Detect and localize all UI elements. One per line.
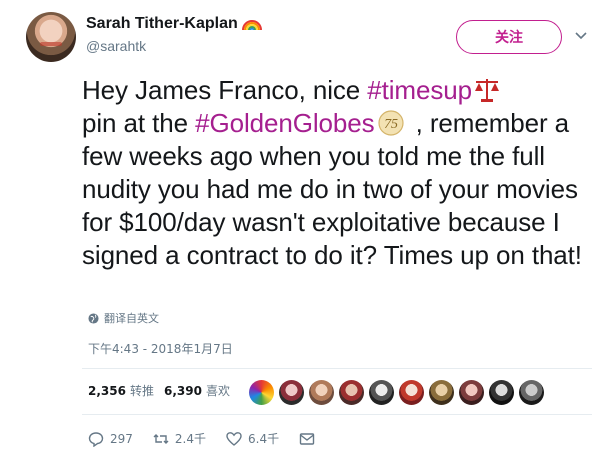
- retweet-icon: [153, 433, 169, 444]
- reply-icon: [88, 431, 104, 447]
- divider: [82, 414, 592, 415]
- follow-button[interactable]: 关注: [456, 20, 562, 54]
- reply-count: 297: [110, 431, 133, 446]
- tweet-text-part: Hey James Franco, nice: [82, 75, 368, 105]
- tweet-text-part: pin at the: [82, 108, 196, 138]
- liker-avatar[interactable]: [399, 380, 424, 405]
- message-icon: [299, 432, 315, 445]
- heart-icon: [226, 431, 242, 446]
- liker-avatar[interactable]: [489, 380, 514, 405]
- engagement-stats: 2,356 转推 6,390 喜欢: [88, 382, 240, 399]
- liker-avatar[interactable]: [429, 380, 454, 405]
- liker-avatar[interactable]: [309, 380, 334, 405]
- name-row: Sarah Tither-Kaplan: [86, 15, 262, 33]
- globe-icon: [88, 312, 99, 324]
- tweet-text: Hey James Franco, nice #timesup pin at th…: [82, 74, 602, 272]
- direct-message-button[interactable]: [299, 431, 315, 447]
- hashtag-link[interactable]: #timesup: [367, 75, 472, 105]
- liker-avatar[interactable]: [369, 380, 394, 405]
- liker-avatars: [249, 380, 544, 405]
- divider: [82, 368, 592, 369]
- like-count: 6.4千: [248, 432, 280, 446]
- likes-label[interactable]: 喜欢: [206, 382, 230, 399]
- avatar[interactable]: [26, 12, 76, 62]
- timestamp[interactable]: 下午4:43 - 2018年1月7日: [88, 340, 233, 357]
- reply-button[interactable]: 297: [88, 431, 133, 447]
- badge-text: 75: [384, 117, 398, 132]
- retweets-label[interactable]: 转推: [130, 382, 154, 399]
- retweet-button[interactable]: 2.4千: [153, 430, 206, 447]
- translate-link[interactable]: 翻译自英文: [88, 310, 159, 326]
- retweet-count: 2.4千: [174, 432, 206, 446]
- tweet-header: Sarah Tither-Kaplan @sarahtk 关注: [26, 12, 592, 64]
- liker-avatar[interactable]: [249, 380, 274, 405]
- rainbow-icon: [241, 20, 262, 31]
- translate-label[interactable]: 翻译自英文: [104, 310, 159, 326]
- likes-count[interactable]: 6,390: [164, 384, 202, 398]
- liker-avatar[interactable]: [279, 380, 304, 405]
- golden-globes-75-icon: 75: [377, 110, 404, 136]
- like-button[interactable]: 6.4千: [226, 430, 279, 447]
- hashtag-link[interactable]: #GoldenGlobes: [195, 108, 374, 138]
- liker-avatar[interactable]: [459, 380, 484, 405]
- display-name[interactable]: Sarah Tither-Kaplan: [86, 15, 238, 33]
- liker-avatar[interactable]: [519, 380, 544, 405]
- action-bar: 297 2.4千 6.4千: [88, 430, 335, 447]
- retweets-count[interactable]: 2,356: [88, 384, 126, 398]
- user-handle[interactable]: @sarahtk: [86, 38, 146, 54]
- scales-icon: [474, 79, 499, 102]
- liker-avatar[interactable]: [339, 380, 364, 405]
- chevron-down-icon[interactable]: [574, 28, 588, 42]
